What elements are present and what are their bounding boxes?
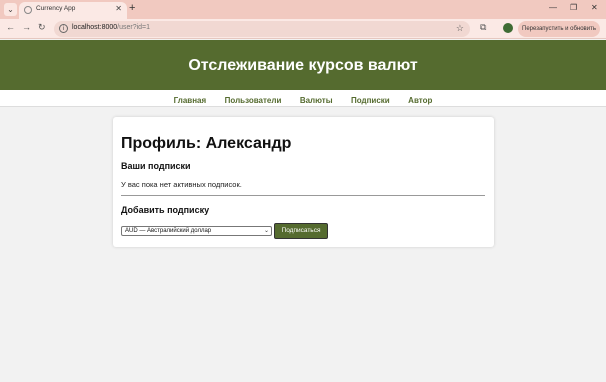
site-header: Отслеживание курсов валют [0,40,606,90]
restart-update-button[interactable]: Перезапустить и обновить [518,21,600,37]
subscriptions-title: Ваши подписки [121,161,191,171]
close-window-icon[interactable]: ✕ [591,3,598,12]
chevron-down-icon: ⌄ [263,228,269,234]
avatar[interactable] [503,23,513,33]
browser-tab-bar: ⌄ Currency App ✕ + — ❐ ✕ [0,0,606,19]
currency-select[interactable]: AUD — Австралийский доллар ⌄ [121,226,272,236]
site-nav: Главная Пользователи Валюты Подписки Авт… [0,90,606,107]
profile-card: Профиль: Александр Ваши подписки У вас п… [113,117,494,247]
tab-title: Currency App [36,5,76,12]
globe-icon [24,6,32,14]
info-icon[interactable]: i [59,24,68,33]
url-text[interactable]: localhost:8000/user?id=1 [72,24,150,31]
reload-icon[interactable]: ↻ [38,22,46,33]
browser-toolbar: ← → ↻ i localhost:8000/user?id=1 ☆ ⧉ Пер… [0,19,606,39]
subscribe-button[interactable]: Подписаться [274,223,328,239]
currency-select-value: AUD — Австралийский доллар [125,228,212,234]
profile-heading: Профиль: Александр [121,135,292,152]
restore-icon[interactable]: ❐ [570,3,577,12]
browser-tab[interactable]: Currency App ✕ [19,2,127,19]
divider [121,195,485,196]
address-bar[interactable]: i localhost:8000/user?id=1 ☆ [54,21,470,37]
nav-link-author[interactable]: Автор [408,92,432,109]
nav-link-currencies[interactable]: Валюты [300,92,333,109]
site-title: Отслеживание курсов валют [188,57,418,74]
forward-icon[interactable]: → [22,22,31,32]
close-icon[interactable]: ✕ [115,4,122,13]
bookmark-star-icon[interactable]: ☆ [456,23,464,34]
nav-link-home[interactable]: Главная [174,92,207,109]
nav-link-subscriptions[interactable]: Подписки [351,92,390,109]
empty-subscriptions-message: У вас пока нет активных подписок. [121,180,242,189]
extensions-icon[interactable]: ⧉ [480,22,486,33]
back-icon[interactable]: ← [6,22,15,32]
nav-link-users[interactable]: Пользователи [225,92,282,109]
new-tab-icon[interactable]: + [129,2,135,14]
minimize-icon[interactable]: — [549,3,557,12]
tab-search-icon[interactable]: ⌄ [4,3,17,16]
add-subscription-title: Добавить подписку [121,205,210,215]
